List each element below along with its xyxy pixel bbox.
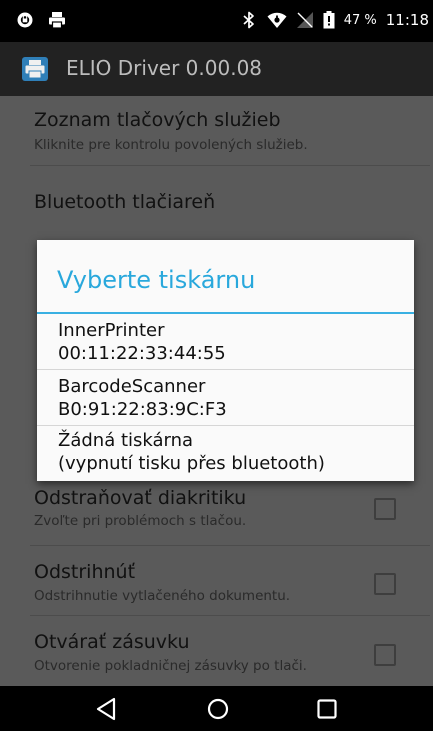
printer-option-description: (vypnutí tisku přes bluetooth) [58,453,325,474]
settings-item-title: Bluetooth tlačiareň [34,191,216,213]
settings-item-bluetooth-printer[interactable]: Bluetooth tlačiareň [0,166,433,236]
printer-icon [22,57,48,81]
recents-icon[interactable] [314,696,340,722]
dialog-title: Vyberte tiskárnu [57,266,256,294]
remove-diacritics-checkbox[interactable] [374,498,396,520]
settings-item-title: Otvárať zásuvku [34,631,190,653]
settings-item-cut-paper[interactable]: Odstrihnúť Odstrihnutie vytlačeného doku… [0,546,433,614]
settings-item-title: Odstraňovať diakritiku [34,487,247,509]
notification-icon [17,12,33,28]
printer-option-name: Žádná tiskárna [58,430,194,451]
bluetooth-icon [243,11,254,29]
printer-option-none[interactable]: Žádná tiskárna (vypnutí tisku přes bluet… [37,426,414,482]
settings-item-subtitle: Odstrihnutie vytlačeného dokumentu. [34,588,291,604]
app-title: ELIO Driver 0.00.08 [66,56,263,80]
no-signal-icon [296,12,313,28]
settings-item-subtitle: Otvorenie pokladničnej zásuvky po tlači. [34,658,307,674]
printer-option-name: InnerPrinter [58,320,165,341]
battery-icon [323,11,335,29]
clock: 11:18 [385,11,429,29]
settings-item-subtitle: Zvoľte pri problémoch s tlačou. [34,513,247,529]
action-bar: ELIO Driver 0.00.08 [0,42,433,96]
navigation-bar [0,686,433,731]
settings-item-subtitle: Kliknite pre kontrolu povolených služieb… [34,137,308,153]
printer-option-name: BarcodeScanner [58,376,206,397]
open-drawer-checkbox[interactable] [374,644,396,666]
printer-notification-icon [49,12,65,29]
wifi-icon [267,12,287,28]
battery-percent: 47 % [343,12,377,28]
settings-item-title: Zoznam tlačových služieb [34,109,281,131]
printer-option-address: 00:11:22:33:44:55 [58,343,226,364]
settings-item-print-services[interactable]: Zoznam tlačových služieb Kliknite pre ko… [0,96,433,164]
back-icon[interactable] [94,696,120,722]
settings-item-remove-diacritics[interactable]: Odstraňovať diakritiku Zvoľte pri problé… [0,481,433,545]
printer-option-inner-printer[interactable]: InnerPrinter 00:11:22:33:44:55 [37,314,414,370]
status-bar: 47 % 11:18 [0,0,433,42]
settings-item-open-drawer[interactable]: Otvárať zásuvku Otvorenie pokladničnej z… [0,616,433,686]
cut-paper-checkbox[interactable] [374,573,396,595]
home-icon[interactable] [205,696,231,722]
settings-item-title: Odstrihnúť [34,561,136,583]
printer-option-barcode-scanner[interactable]: BarcodeScanner B0:91:22:83:9C:F3 [37,370,414,426]
printer-option-address: B0:91:22:83:9C:F3 [58,399,227,420]
select-printer-dialog: Vyberte tiskárnu InnerPrinter 00:11:22:3… [37,240,414,481]
